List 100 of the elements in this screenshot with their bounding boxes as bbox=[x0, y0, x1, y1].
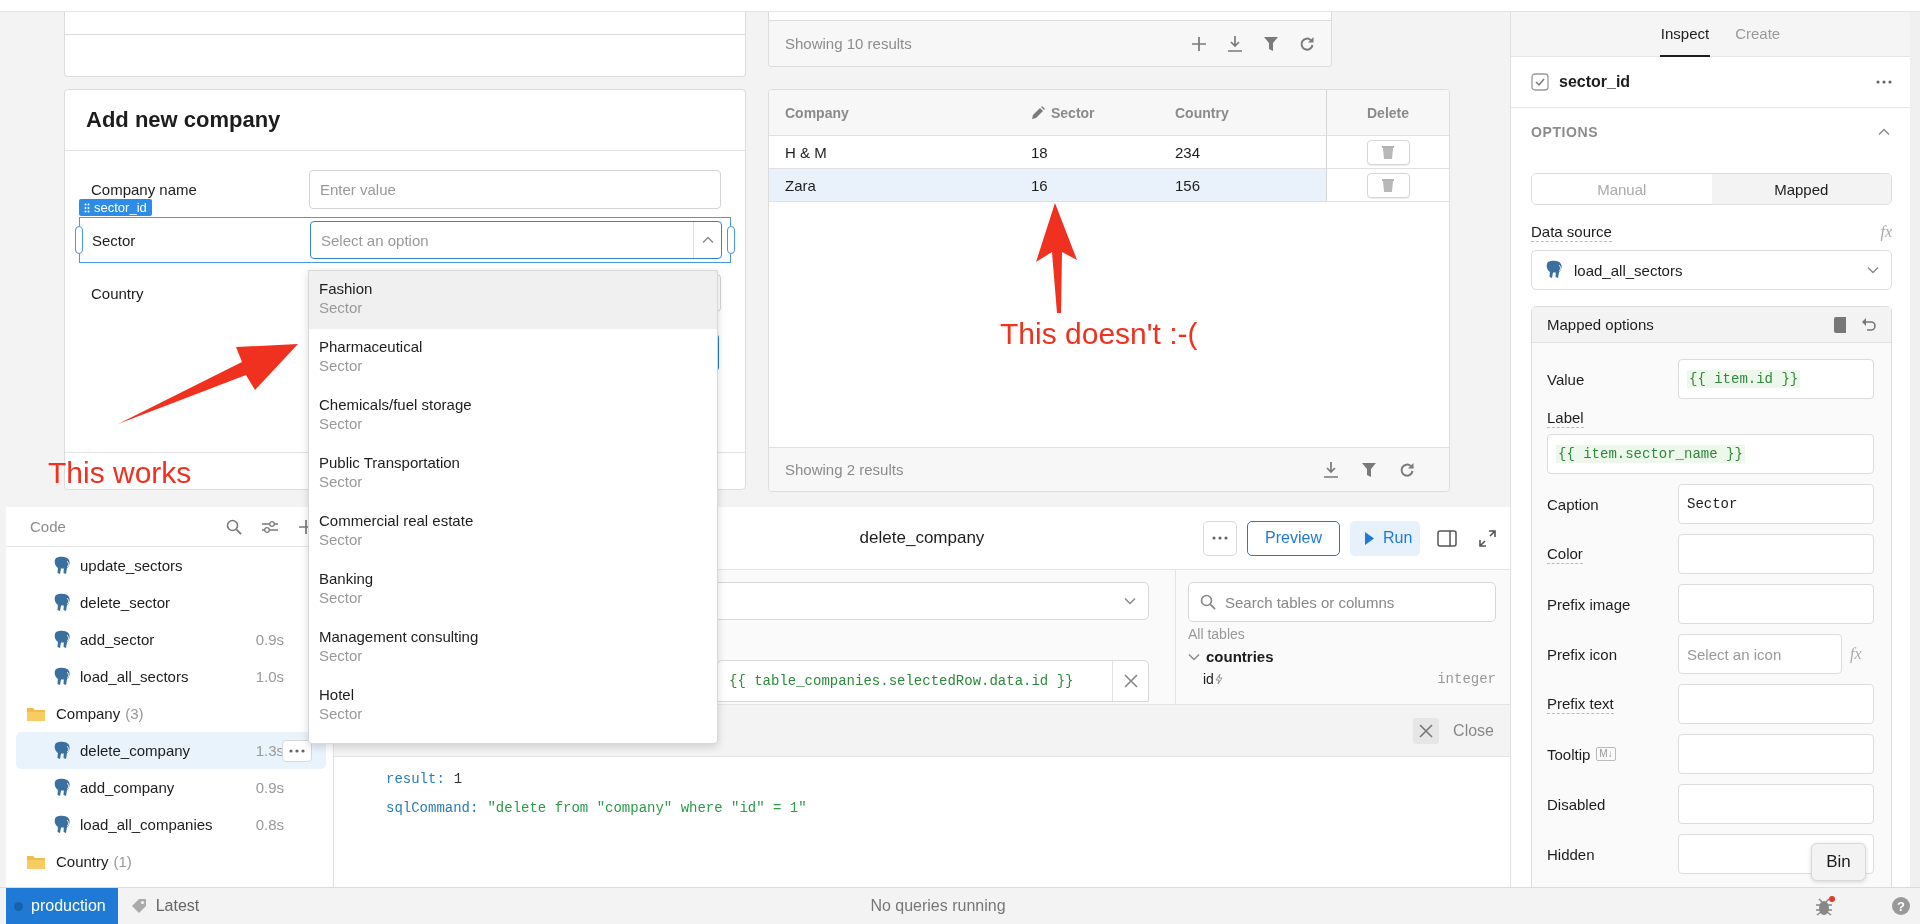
search-field[interactable]: Search tables or columns bbox=[1188, 582, 1496, 622]
column-name: id bbox=[1203, 671, 1214, 687]
bug-icon[interactable] bbox=[1814, 895, 1836, 917]
result-line: sqlCommand: "delete from "company" where "id" = 1" bbox=[386, 799, 808, 818]
dropdown-option[interactable]: Fashion Sector bbox=[309, 271, 717, 329]
delete-button[interactable] bbox=[1366, 172, 1410, 198]
refresh-icon[interactable] bbox=[1299, 35, 1315, 52]
resize-handle[interactable] bbox=[75, 226, 83, 254]
property-label: Caption bbox=[1547, 495, 1599, 513]
more-icon[interactable] bbox=[289, 748, 305, 753]
text-field[interactable] bbox=[1678, 784, 1874, 824]
segment-button[interactable]: Mapped bbox=[1711, 174, 1891, 204]
text-field[interactable] bbox=[1678, 734, 1874, 774]
more-icon[interactable] bbox=[1212, 536, 1228, 540]
run-time: 0.9s bbox=[254, 631, 284, 648]
filter-icon[interactable] bbox=[1361, 461, 1377, 478]
elephant-icon bbox=[1544, 260, 1564, 280]
form-title: Add new company bbox=[86, 107, 281, 133]
environment-badge[interactable]: production bbox=[6, 888, 118, 924]
schema-table[interactable]: countries bbox=[1188, 648, 1496, 665]
query-item[interactable]: add_company 0.9s bbox=[16, 769, 308, 806]
filter-settings-icon[interactable] bbox=[261, 518, 279, 535]
text-field[interactable] bbox=[1678, 684, 1874, 724]
refresh-icon[interactable] bbox=[1399, 461, 1415, 478]
section-label: All tables bbox=[1188, 626, 1246, 642]
dropdown-option[interactable]: Pharmaceutical Sector bbox=[309, 329, 717, 387]
property-label: Color bbox=[1547, 544, 1583, 564]
status-message: No queries running bbox=[870, 897, 1006, 915]
query-item[interactable]: delete_sector bbox=[16, 584, 308, 621]
property-label: Tooltip bbox=[1547, 745, 1591, 763]
tab[interactable]: Inspect bbox=[1659, 12, 1711, 57]
property-label: Prefix image bbox=[1547, 595, 1631, 613]
section-title: OPTIONS bbox=[1531, 123, 1599, 140]
search-icon[interactable] bbox=[226, 518, 242, 535]
table-cell: 16 bbox=[1019, 169, 1161, 201]
dropdown-option[interactable]: Chemicals/fuel storage Sector bbox=[309, 387, 717, 445]
book-icon[interactable] bbox=[1833, 316, 1847, 333]
code-field[interactable]: {{ item.id }} bbox=[1678, 359, 1874, 399]
key-icon bbox=[1213, 673, 1224, 685]
preview-button[interactable]: Preview bbox=[1247, 520, 1340, 556]
resize-handle[interactable] bbox=[727, 226, 735, 254]
table-cell-text: 18 bbox=[1030, 142, 1049, 163]
trash-icon bbox=[1381, 177, 1395, 193]
expand-icon[interactable] bbox=[1478, 529, 1496, 547]
text-field[interactable]: Sector bbox=[1678, 484, 1874, 524]
folder-item[interactable]: Company (3) bbox=[16, 695, 308, 732]
delete-button[interactable] bbox=[1366, 139, 1410, 165]
property-label: Prefix icon bbox=[1547, 645, 1618, 663]
text-field[interactable] bbox=[1678, 534, 1874, 574]
property-label: Value bbox=[1547, 370, 1585, 388]
field-label: Company name bbox=[91, 181, 197, 198]
play-icon bbox=[1364, 530, 1375, 546]
dropdown-option[interactable]: Hotel Sector bbox=[309, 677, 717, 735]
close-button[interactable] bbox=[1413, 717, 1440, 744]
elephant-icon bbox=[52, 592, 72, 613]
side-panel-icon[interactable] bbox=[1437, 529, 1457, 547]
folder-item[interactable]: Country (1) bbox=[16, 843, 308, 880]
close-icon[interactable] bbox=[1123, 674, 1138, 688]
reset-icon[interactable] bbox=[1861, 316, 1877, 333]
property-label: Label bbox=[1547, 409, 1584, 428]
code-field[interactable]: {{ item.sector_name }} bbox=[1547, 434, 1874, 474]
chevron-up-icon[interactable] bbox=[701, 236, 714, 244]
filter-icon[interactable] bbox=[1263, 35, 1279, 52]
chevron-down-icon[interactable] bbox=[1124, 597, 1136, 605]
more-icon[interactable] bbox=[1876, 80, 1892, 84]
download-icon[interactable] bbox=[1227, 35, 1243, 52]
select-field[interactable]: load_all_sectors bbox=[1531, 250, 1892, 290]
dropdown-option[interactable]: Management consulting Sector bbox=[309, 619, 717, 677]
component-badge[interactable]: sector_id bbox=[79, 199, 152, 216]
property-label: Disabled bbox=[1547, 795, 1606, 813]
run-time: 0.9s bbox=[254, 779, 284, 796]
query-title: delete_company bbox=[859, 528, 985, 548]
table-cell-text: H & M bbox=[784, 142, 828, 163]
chevron-down-icon[interactable] bbox=[1188, 652, 1200, 661]
version-selector[interactable]: Latest bbox=[129, 897, 200, 915]
elephant-icon bbox=[52, 666, 72, 687]
field-label: Sector bbox=[92, 231, 136, 249]
dropdown-option[interactable]: Public Transportation Sector bbox=[309, 445, 717, 503]
dropdown-option[interactable]: Commercial real estate Sector bbox=[309, 503, 717, 561]
results-count: Showing 2 results bbox=[785, 461, 904, 478]
query-item[interactable]: load_all_sectors 1.0s bbox=[16, 658, 308, 695]
icon-select-field[interactable]: Select an icon bbox=[1678, 634, 1842, 674]
run-button[interactable]: Run bbox=[1350, 520, 1420, 556]
chevron-down-icon[interactable] bbox=[1867, 266, 1879, 274]
query-item[interactable]: load_all_companies 0.8s bbox=[16, 806, 308, 843]
text-input[interactable]: Enter value bbox=[309, 170, 721, 209]
text-field[interactable] bbox=[1678, 584, 1874, 624]
dropdown-option[interactable]: Banking Sector bbox=[309, 561, 717, 619]
query-item[interactable]: update_sectors bbox=[16, 547, 308, 584]
search-icon[interactable] bbox=[1200, 594, 1216, 610]
download-icon[interactable] bbox=[1323, 461, 1339, 478]
result-line: result: 1 bbox=[386, 770, 464, 789]
run-time: 0.8s bbox=[254, 816, 284, 833]
elephant-icon bbox=[52, 740, 72, 761]
results-count: Showing 10 results bbox=[785, 35, 912, 52]
query-item[interactable]: add_sector 0.9s bbox=[16, 621, 308, 658]
close-icon[interactable] bbox=[1419, 723, 1434, 738]
parameter-field[interactable]: {{ table_companies.selectedRow.data.id }} bbox=[717, 660, 1149, 702]
chevron-up-icon[interactable] bbox=[1878, 127, 1890, 136]
plus-icon[interactable] bbox=[1191, 35, 1207, 52]
